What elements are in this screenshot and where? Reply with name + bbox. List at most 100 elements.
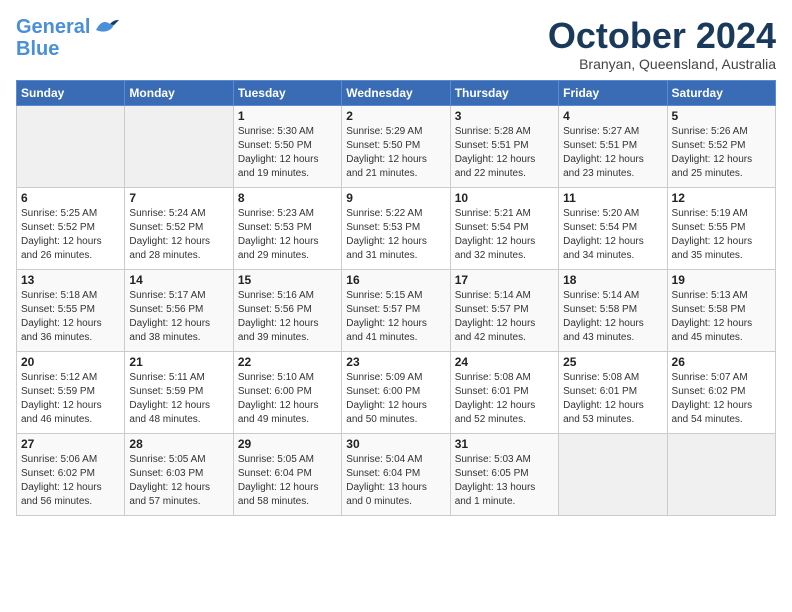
day-info: Sunrise: 5:06 AM Sunset: 6:02 PM Dayligh… bbox=[21, 453, 120, 509]
calendar-table: SundayMondayTuesdayWednesdayThursdayFrid… bbox=[16, 80, 776, 516]
calendar-cell: 9 Sunrise: 5:22 AM Sunset: 5:53 PM Daylig… bbox=[342, 187, 450, 269]
weekday-header-wednesday: Wednesday bbox=[342, 80, 450, 105]
day-info: Sunrise: 5:22 AM Sunset: 5:53 PM Dayligh… bbox=[346, 207, 445, 263]
calendar-cell: 8 Sunrise: 5:23 AM Sunset: 5:53 PM Daylig… bbox=[233, 187, 341, 269]
calendar-cell: 28 Sunrise: 5:05 AM Sunset: 6:03 PM Dayli… bbox=[125, 433, 233, 515]
logo-general: General bbox=[16, 16, 90, 38]
logo-text: General bbox=[16, 16, 90, 38]
day-info: Sunrise: 5:28 AM Sunset: 5:51 PM Dayligh… bbox=[455, 125, 554, 181]
day-info: Sunrise: 5:03 AM Sunset: 6:05 PM Dayligh… bbox=[455, 453, 554, 509]
day-info: Sunrise: 5:21 AM Sunset: 5:54 PM Dayligh… bbox=[455, 207, 554, 263]
weekday-header-saturday: Saturday bbox=[667, 80, 775, 105]
calendar-header-row: SundayMondayTuesdayWednesdayThursdayFrid… bbox=[17, 80, 776, 105]
day-info: Sunrise: 5:29 AM Sunset: 5:50 PM Dayligh… bbox=[346, 125, 445, 181]
weekday-header-sunday: Sunday bbox=[17, 80, 125, 105]
calendar-week-5: 27 Sunrise: 5:06 AM Sunset: 6:02 PM Dayli… bbox=[17, 433, 776, 515]
calendar-body: 1Sunrise: 5:30 AM Sunset: 5:50 PM Daylig… bbox=[17, 105, 776, 515]
day-number: 31 bbox=[455, 437, 554, 451]
calendar-cell: 13 Sunrise: 5:18 AM Sunset: 5:55 PM Dayli… bbox=[17, 269, 125, 351]
day-number: 24 bbox=[455, 355, 554, 369]
calendar-cell: 14Sunrise: 5:17 AM Sunset: 5:56 PM Dayli… bbox=[125, 269, 233, 351]
day-number: 22 bbox=[238, 355, 337, 369]
calendar-cell: 30Sunrise: 5:04 AM Sunset: 6:04 PM Dayli… bbox=[342, 433, 450, 515]
day-info: Sunrise: 5:23 AM Sunset: 5:53 PM Dayligh… bbox=[238, 207, 337, 263]
calendar-cell: 16 Sunrise: 5:15 AM Sunset: 5:57 PM Dayli… bbox=[342, 269, 450, 351]
calendar-cell: 4 Sunrise: 5:27 AM Sunset: 5:51 PM Daylig… bbox=[559, 105, 667, 187]
calendar-cell bbox=[17, 105, 125, 187]
day-number: 3 bbox=[455, 109, 554, 123]
title-block: October 2024 Branyan, Queensland, Austra… bbox=[548, 16, 776, 72]
calendar-cell: 12 Sunrise: 5:19 AM Sunset: 5:55 PM Dayli… bbox=[667, 187, 775, 269]
day-info: Sunrise: 5:18 AM Sunset: 5:55 PM Dayligh… bbox=[21, 289, 120, 345]
day-number: 16 bbox=[346, 273, 445, 287]
day-number: 10 bbox=[455, 191, 554, 205]
calendar-week-1: 1Sunrise: 5:30 AM Sunset: 5:50 PM Daylig… bbox=[17, 105, 776, 187]
day-number: 20 bbox=[21, 355, 120, 369]
calendar-cell: 7 Sunrise: 5:24 AM Sunset: 5:52 PM Daylig… bbox=[125, 187, 233, 269]
calendar-cell: 15 Sunrise: 5:16 AM Sunset: 5:56 PM Dayli… bbox=[233, 269, 341, 351]
day-number: 4 bbox=[563, 109, 662, 123]
day-info: Sunrise: 5:05 AM Sunset: 6:03 PM Dayligh… bbox=[129, 453, 228, 509]
day-info: Sunrise: 5:14 AM Sunset: 5:58 PM Dayligh… bbox=[563, 289, 662, 345]
day-info: Sunrise: 5:08 AM Sunset: 6:01 PM Dayligh… bbox=[563, 371, 662, 427]
day-number: 8 bbox=[238, 191, 337, 205]
calendar-cell: 3 Sunrise: 5:28 AM Sunset: 5:51 PM Daylig… bbox=[450, 105, 558, 187]
calendar-cell: 2 Sunrise: 5:29 AM Sunset: 5:50 PM Daylig… bbox=[342, 105, 450, 187]
day-info: Sunrise: 5:09 AM Sunset: 6:00 PM Dayligh… bbox=[346, 371, 445, 427]
calendar-cell bbox=[559, 433, 667, 515]
day-info: Sunrise: 5:27 AM Sunset: 5:51 PM Dayligh… bbox=[563, 125, 662, 181]
calendar-cell: 22 Sunrise: 5:10 AM Sunset: 6:00 PM Dayli… bbox=[233, 351, 341, 433]
day-info: Sunrise: 5:26 AM Sunset: 5:52 PM Dayligh… bbox=[672, 125, 771, 181]
day-number: 18 bbox=[563, 273, 662, 287]
calendar-cell: 27 Sunrise: 5:06 AM Sunset: 6:02 PM Dayli… bbox=[17, 433, 125, 515]
weekday-header-friday: Friday bbox=[559, 80, 667, 105]
calendar-cell: 17Sunrise: 5:14 AM Sunset: 5:57 PM Dayli… bbox=[450, 269, 558, 351]
calendar-cell: 23 Sunrise: 5:09 AM Sunset: 6:00 PM Dayli… bbox=[342, 351, 450, 433]
calendar-cell: 1Sunrise: 5:30 AM Sunset: 5:50 PM Daylig… bbox=[233, 105, 341, 187]
day-number: 23 bbox=[346, 355, 445, 369]
day-info: Sunrise: 5:16 AM Sunset: 5:56 PM Dayligh… bbox=[238, 289, 337, 345]
calendar-cell: 11 Sunrise: 5:20 AM Sunset: 5:54 PM Dayli… bbox=[559, 187, 667, 269]
day-info: Sunrise: 5:08 AM Sunset: 6:01 PM Dayligh… bbox=[455, 371, 554, 427]
day-info: Sunrise: 5:11 AM Sunset: 5:59 PM Dayligh… bbox=[129, 371, 228, 427]
day-info: Sunrise: 5:12 AM Sunset: 5:59 PM Dayligh… bbox=[21, 371, 120, 427]
day-info: Sunrise: 5:20 AM Sunset: 5:54 PM Dayligh… bbox=[563, 207, 662, 263]
day-info: Sunrise: 5:15 AM Sunset: 5:57 PM Dayligh… bbox=[346, 289, 445, 345]
day-number: 5 bbox=[672, 109, 771, 123]
calendar-cell: 24 Sunrise: 5:08 AM Sunset: 6:01 PM Dayli… bbox=[450, 351, 558, 433]
day-info: Sunrise: 5:13 AM Sunset: 5:58 PM Dayligh… bbox=[672, 289, 771, 345]
day-number: 29 bbox=[238, 437, 337, 451]
day-number: 19 bbox=[672, 273, 771, 287]
calendar-cell: 18 Sunrise: 5:14 AM Sunset: 5:58 PM Dayli… bbox=[559, 269, 667, 351]
calendar-cell: 19 Sunrise: 5:13 AM Sunset: 5:58 PM Dayli… bbox=[667, 269, 775, 351]
month-title: October 2024 bbox=[548, 16, 776, 56]
day-info: Sunrise: 5:19 AM Sunset: 5:55 PM Dayligh… bbox=[672, 207, 771, 263]
logo: General Blue bbox=[16, 16, 120, 60]
calendar-cell bbox=[125, 105, 233, 187]
day-number: 25 bbox=[563, 355, 662, 369]
day-number: 1 bbox=[238, 109, 337, 123]
day-number: 12 bbox=[672, 191, 771, 205]
day-number: 9 bbox=[346, 191, 445, 205]
day-number: 11 bbox=[563, 191, 662, 205]
logo-blue: Blue bbox=[16, 38, 59, 60]
day-number: 17 bbox=[455, 273, 554, 287]
calendar-cell bbox=[667, 433, 775, 515]
day-info: Sunrise: 5:05 AM Sunset: 6:04 PM Dayligh… bbox=[238, 453, 337, 509]
day-info: Sunrise: 5:10 AM Sunset: 6:00 PM Dayligh… bbox=[238, 371, 337, 427]
day-number: 28 bbox=[129, 437, 228, 451]
day-info: Sunrise: 5:04 AM Sunset: 6:04 PM Dayligh… bbox=[346, 453, 445, 509]
day-number: 14 bbox=[129, 273, 228, 287]
calendar-cell: 5 Sunrise: 5:26 AM Sunset: 5:52 PM Daylig… bbox=[667, 105, 775, 187]
location-subtitle: Branyan, Queensland, Australia bbox=[548, 56, 776, 72]
day-info: Sunrise: 5:24 AM Sunset: 5:52 PM Dayligh… bbox=[129, 207, 228, 263]
calendar-cell: 10 Sunrise: 5:21 AM Sunset: 5:54 PM Dayli… bbox=[450, 187, 558, 269]
day-number: 15 bbox=[238, 273, 337, 287]
day-number: 21 bbox=[129, 355, 228, 369]
calendar-cell: 31 Sunrise: 5:03 AM Sunset: 6:05 PM Dayli… bbox=[450, 433, 558, 515]
day-number: 13 bbox=[21, 273, 120, 287]
day-number: 27 bbox=[21, 437, 120, 451]
calendar-cell: 6Sunrise: 5:25 AM Sunset: 5:52 PM Daylig… bbox=[17, 187, 125, 269]
day-number: 2 bbox=[346, 109, 445, 123]
day-number: 7 bbox=[129, 191, 228, 205]
